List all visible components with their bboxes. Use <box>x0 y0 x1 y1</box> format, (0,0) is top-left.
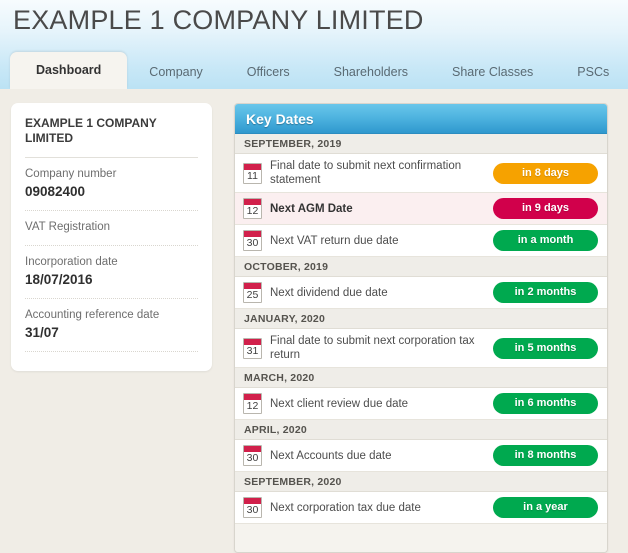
divider <box>25 298 198 299</box>
page-title: EXAMPLE 1 COMPANY LIMITED <box>13 5 424 36</box>
calendar-icon: 12 <box>243 393 262 414</box>
key-dates-month-header: APRIL, 2020 <box>235 420 607 440</box>
due-status-badge: in 5 months <box>493 338 598 359</box>
key-date-row[interactable]: 31 Final date to submit next corporation … <box>235 329 607 368</box>
calendar-icon: 30 <box>243 497 262 518</box>
key-date-label: Final date to submit next confirmation s… <box>270 159 493 187</box>
tab-shareholders[interactable]: Shareholders <box>312 56 430 89</box>
key-date-row[interactable]: 30 Next Accounts due datein 8 months <box>235 440 607 472</box>
key-dates-month-header: OCTOBER, 2019 <box>235 257 607 277</box>
due-status-badge: in 2 months <box>493 282 598 303</box>
key-date-row[interactable]: 11 Final date to submit next confirmation… <box>235 154 607 193</box>
calendar-icon-day: 11 <box>244 169 261 183</box>
tab-dashboard[interactable]: Dashboard <box>10 52 127 89</box>
key-date-label: Next dividend due date <box>270 286 493 300</box>
summary-field: Incorporation date18/07/2016 <box>25 255 198 298</box>
due-status-badge: in 8 months <box>493 445 598 466</box>
calendar-icon-day: 12 <box>244 399 261 413</box>
calendar-icon: 31 <box>243 338 262 359</box>
tab-pscs[interactable]: PSCs <box>555 56 628 89</box>
content-area: EXAMPLE 1 COMPANY LIMITED Company number… <box>0 89 628 516</box>
due-status-badge: in a month <box>493 230 598 251</box>
key-dates-month-header: SEPTEMBER, 2020 <box>235 472 607 492</box>
calendar-icon-day: 25 <box>244 288 261 302</box>
summary-field: Accounting reference date31/07 <box>25 308 198 351</box>
page-header-band: EXAMPLE 1 COMPANY LIMITED DashboardCompa… <box>0 0 628 89</box>
key-dates-month-header: JANUARY, 2020 <box>235 309 607 329</box>
due-status-badge: in 8 days <box>493 163 598 184</box>
key-dates-month-header: MARCH, 2020 <box>235 368 607 388</box>
tab-bar: DashboardCompanyOfficersShareholdersShar… <box>0 52 628 89</box>
key-dates-panel: Key Dates SEPTEMBER, 2019 11 Final date to… <box>234 103 608 553</box>
key-date-row[interactable]: 30 Next VAT return due datein a month <box>235 225 607 257</box>
key-date-label: Next VAT return due date <box>270 234 493 248</box>
summary-field-label: Accounting reference date <box>25 308 198 323</box>
summary-field-value: 09082400 <box>25 183 198 200</box>
key-date-label: Next Accounts due date <box>270 449 493 463</box>
divider <box>25 157 198 158</box>
calendar-icon: 25 <box>243 282 262 303</box>
calendar-icon-day: 30 <box>244 503 261 517</box>
divider <box>25 210 198 211</box>
key-date-row[interactable]: 30 Next corporation tax due datein a year <box>235 492 607 524</box>
summary-field: VAT Registration <box>25 220 198 245</box>
key-date-label: Next client review due date <box>270 397 493 411</box>
summary-company-name: EXAMPLE 1 COMPANY LIMITED <box>25 116 198 157</box>
summary-field-value: 18/07/2016 <box>25 271 198 288</box>
key-date-row[interactable]: 12 Next client review due datein 6 months <box>235 388 607 420</box>
calendar-icon-day: 31 <box>244 344 261 358</box>
key-date-label: Final date to submit next corporation ta… <box>270 334 493 362</box>
calendar-icon-day: 30 <box>244 451 261 465</box>
summary-field-label: Incorporation date <box>25 255 198 270</box>
key-dates-title: Key Dates <box>235 104 607 134</box>
summary-field-label: Company number <box>25 167 198 182</box>
key-dates-month-header: SEPTEMBER, 2019 <box>235 134 607 154</box>
company-summary-card: EXAMPLE 1 COMPANY LIMITED Company number… <box>11 103 212 371</box>
calendar-icon: 11 <box>243 163 262 184</box>
panel-footer <box>235 524 607 552</box>
due-status-badge: in 9 days <box>493 198 598 219</box>
calendar-icon-day: 12 <box>244 204 261 218</box>
key-date-label: Next AGM Date <box>270 202 493 216</box>
summary-field-label: VAT Registration <box>25 220 198 235</box>
summary-field-value: 31/07 <box>25 324 198 341</box>
divider <box>25 351 198 352</box>
key-date-row[interactable]: 25 Next dividend due datein 2 months <box>235 277 607 309</box>
tab-officers[interactable]: Officers <box>225 56 312 89</box>
calendar-icon: 12 <box>243 198 262 219</box>
key-date-label: Next corporation tax due date <box>270 501 493 515</box>
divider <box>25 245 198 246</box>
calendar-icon: 30 <box>243 445 262 466</box>
key-date-row[interactable]: 12 Next AGM Datein 9 days <box>235 193 607 225</box>
tab-share-classes[interactable]: Share Classes <box>430 56 555 89</box>
calendar-icon-day: 30 <box>244 236 261 250</box>
due-status-badge: in a year <box>493 497 598 518</box>
due-status-badge: in 6 months <box>493 393 598 414</box>
summary-field: Company number09082400 <box>25 167 198 210</box>
tab-company[interactable]: Company <box>127 56 225 89</box>
calendar-icon: 30 <box>243 230 262 251</box>
